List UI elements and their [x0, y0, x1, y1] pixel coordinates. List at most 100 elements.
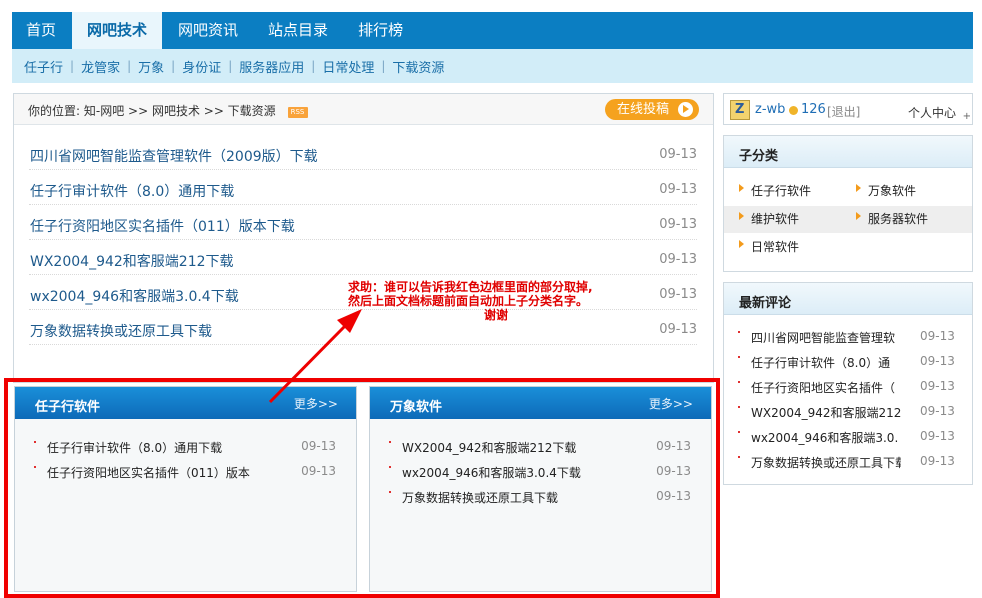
points-value: 126 [801, 102, 826, 117]
online-submit-button[interactable]: 在线投稿 [605, 99, 699, 120]
document-date: 09-13 [659, 217, 697, 232]
document-date: 09-13 [659, 252, 697, 267]
comment-date: 09-13 [920, 354, 955, 368]
username-link[interactable]: z-wb [755, 102, 785, 117]
document-title[interactable]: 任子行资阳地区实名插件（011）版本下载 [30, 216, 295, 236]
comment-title[interactable]: 万象数据转换或还原工具下载 [751, 454, 901, 471]
coin-icon [789, 106, 798, 115]
latest-comments-title: 最新评论 [724, 283, 972, 315]
bullet-icon [738, 331, 740, 333]
list-item: WX2004_942和客服端212 09-13 [724, 400, 972, 425]
subnav-wanxiang[interactable]: 万象 [138, 57, 164, 76]
document-title[interactable]: wx2004_946和客服端3.0.4下载 [30, 286, 239, 306]
document-title[interactable]: 四川省网吧智能监查管理软件（2009版）下载 [30, 146, 318, 166]
subcategory-item[interactable]: 服务器软件 [856, 210, 928, 227]
subnav-daily[interactable]: 日常处理 [322, 57, 374, 76]
comment-date: 09-13 [920, 429, 955, 443]
subnav-separator: | [127, 59, 132, 73]
nav-directory[interactable]: 站点目录 [254, 12, 342, 49]
subcategory-item[interactable]: 日常软件 [739, 238, 800, 255]
subcategory-label: 任子行软件 [751, 184, 812, 198]
breadcrumb: 你的位置: 知-网吧 >> 网吧技术 >> 下载资源 RSS 在线投稿 [14, 94, 713, 125]
comment-date: 09-13 [920, 454, 955, 468]
subnav-server[interactable]: 服务器应用 [239, 57, 304, 76]
bullet-icon [738, 431, 740, 433]
bullet-icon [738, 406, 740, 408]
arrow-right-icon [856, 184, 861, 192]
document-list-panel: 你的位置: 知-网吧 >> 网吧技术 >> 下载资源 RSS 在线投稿 四川省网… [13, 93, 714, 383]
subnav-separator: | [311, 59, 316, 73]
comment-title[interactable]: WX2004_942和客服端212 [751, 404, 901, 421]
submit-label: 在线投稿 [617, 102, 670, 117]
list-item: 任子行审计软件（8.0）通用下载 09-13 [29, 170, 697, 205]
subnav-separator: | [228, 59, 233, 73]
list-item: WX2004_942和客服端212下载 09-13 [29, 240, 697, 275]
comment-title[interactable]: 任子行资阳地区实名插件（ [751, 379, 901, 396]
subcategory-item[interactable]: 万象软件 [856, 182, 917, 199]
subnav-renzixing[interactable]: 任子行 [24, 57, 63, 76]
play-icon [678, 102, 693, 117]
list-item: 任子行资阳地区实名插件（011）版本下载 09-13 [29, 205, 697, 240]
subnav-separator: | [70, 59, 75, 73]
document-title[interactable]: WX2004_942和客服端212下载 [30, 251, 234, 271]
rss-icon[interactable]: RSS [287, 107, 308, 118]
list-item: 万象数据转换或还原工具下载 09-13 [724, 450, 972, 475]
subcategory-label: 万象软件 [868, 184, 917, 198]
comment-list: 四川省网吧智能监查管理软 09-13 任子行审计软件（8.0）通 09-13 任子行… [724, 325, 972, 475]
comment-title[interactable]: wx2004_946和客服端3.0. [751, 429, 901, 446]
subnav-downloads[interactable]: 下载资源 [392, 57, 444, 76]
logout-link[interactable]: [退出] [827, 103, 860, 120]
subcategory-label: 日常软件 [751, 240, 800, 254]
nav-ranking[interactable]: 排行榜 [344, 12, 417, 49]
document-date: 09-13 [659, 182, 697, 197]
personal-center-link[interactable]: 个人中心 [908, 104, 956, 121]
arrow-right-icon [856, 212, 861, 220]
subcategory-item[interactable]: 维护软件 [739, 210, 800, 227]
comment-title[interactable]: 四川省网吧智能监查管理软 [751, 329, 901, 346]
document-date: 09-13 [659, 287, 697, 302]
subnav-idcard[interactable]: 身份证 [182, 57, 221, 76]
comment-date: 09-13 [920, 379, 955, 393]
subnav-separator: | [171, 59, 176, 73]
list-item: 任子行审计软件（8.0）通 09-13 [724, 350, 972, 375]
document-title[interactable]: 万象数据转换或还原工具下载 [30, 321, 212, 341]
document-date: 09-13 [659, 147, 697, 162]
annotation-line-1: 求助：谁可以告诉我红色边框里面的部分取掉, [348, 280, 593, 294]
nav-news[interactable]: 网吧资讯 [164, 12, 252, 49]
subcategory-item[interactable]: 任子行软件 [739, 182, 812, 199]
arrow-right-icon [739, 212, 744, 220]
annotation-line-3: 谢谢 [484, 308, 509, 322]
comment-title[interactable]: 任子行审计软件（8.0）通 [751, 354, 901, 371]
subcategory-title: 子分类 [724, 136, 972, 168]
avatar[interactable] [730, 100, 750, 120]
breadcrumb-label: 你的位置: [28, 104, 81, 118]
list-item: 任子行资阳地区实名插件（ 09-13 [724, 375, 972, 400]
document-title[interactable]: 任子行审计软件（8.0）通用下载 [30, 181, 234, 201]
nav-home[interactable]: 首页 [12, 12, 70, 49]
latest-comments-box: 最新评论 四川省网吧智能监查管理软 09-13 任子行审计软件（8.0）通 09-1… [723, 282, 973, 485]
arrow-right-icon [739, 240, 744, 248]
sub-nav: 任子行 | 龙管家 | 万象 | 身份证 | 服务器应用 | 日常处理 | 下载… [12, 49, 973, 83]
document-date: 09-13 [659, 322, 697, 337]
nav-tech[interactable]: 网吧技术 [72, 12, 163, 49]
subnav-separator: | [381, 59, 386, 73]
subnav-longguanjia[interactable]: 龙管家 [81, 57, 120, 76]
subcategory-list: 任子行软件 万象软件 维护软件 服务器软件 日常软件 [724, 168, 972, 271]
arrow-right-icon [739, 184, 744, 192]
annotation-line-2: 然后上面文档标题前面自动加上子分类名字。 [348, 294, 589, 308]
user-bar: z-wb 126 [退出] 个人中心 + [723, 93, 973, 125]
bullet-icon [738, 356, 740, 358]
highlight-frame [4, 378, 720, 598]
subcategory-box: 子分类 任子行软件 万象软件 维护软件 服务器软件 日常软件 [723, 135, 973, 272]
list-item: wx2004_946和客服端3.0. 09-13 [724, 425, 972, 450]
comment-date: 09-13 [920, 329, 955, 343]
bullet-icon [738, 456, 740, 458]
list-item: 四川省网吧智能监查管理软件（2009版）下载 09-13 [29, 135, 697, 170]
top-nav: 首页 网吧技术 网吧资讯 站点目录 排行榜 [12, 12, 973, 49]
breadcrumb-text: 你的位置: 知-网吧 >> 网吧技术 >> 下载资源 RSS [28, 102, 308, 119]
breadcrumb-path[interactable]: 知-网吧 >> 网吧技术 >> 下载资源 [84, 104, 276, 118]
subcategory-label: 维护软件 [751, 212, 800, 226]
help-annotation: 求助：谁可以告诉我红色边框里面的部分取掉, 然后上面文档标题前面自动加上子分类名… [348, 280, 648, 322]
list-item: 四川省网吧智能监查管理软 09-13 [724, 325, 972, 350]
plus-icon[interactable]: + [963, 111, 971, 122]
